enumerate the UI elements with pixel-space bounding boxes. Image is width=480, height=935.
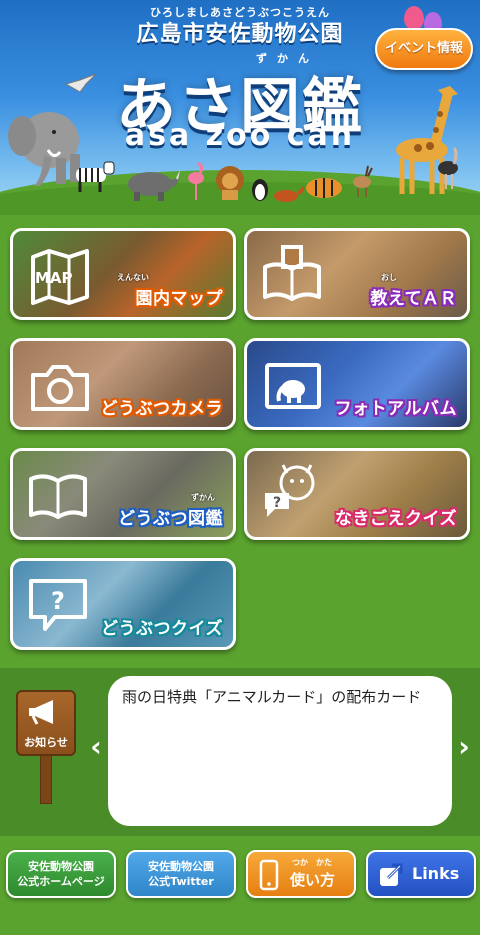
voice-quiz-label: なきごえクイズ <box>335 509 457 529</box>
svg-text:?: ? <box>273 495 281 511</box>
twitter-button[interactable]: 安佐動物公園 公式Twitter <box>126 850 236 898</box>
zukan-tile[interactable]: ずかん どうぶつ図鑑 <box>10 448 236 540</box>
howto-button[interactable]: つか かた 使い方 <box>246 850 356 898</box>
ar-ruby: おし <box>381 273 397 282</box>
antelope-icon <box>353 165 373 197</box>
map-tile[interactable]: MAP えんない 園内マップ <box>10 228 236 320</box>
zukan-label: どうぶつ図鑑 <box>118 509 223 529</box>
map-ruby: えんない <box>117 273 149 282</box>
homepage-button[interactable]: 安佐動物公園 公式ホームページ <box>6 850 116 898</box>
notice-text: 雨の日特典「アニマルカード」の配布カード <box>122 688 422 706</box>
animal-quiz-tile[interactable]: ? どうぶつクイズ <box>10 558 236 650</box>
lion-icon <box>216 166 244 200</box>
camera-label: どうぶつカメラ <box>100 399 223 419</box>
notice-sign-post <box>40 752 52 804</box>
camera-tile[interactable]: どうぶつカメラ <box>10 338 236 430</box>
pink-balloon-icon <box>404 6 424 30</box>
album-tile[interactable]: フォトアルバム <box>244 338 470 430</box>
ar-label: 教えてＡＲ <box>370 289 457 309</box>
flamingo-icon <box>188 162 204 200</box>
tiger-speech-icon: ? <box>265 464 315 517</box>
book-ar-icon <box>263 245 321 301</box>
app-header: ひろしましあさどうぶつこうえん 広島市安佐動物公園 ずかん あさ図鑑 asa z… <box>0 0 480 215</box>
voice-quiz-tile[interactable]: ? なきごえクイズ <box>244 448 470 540</box>
homepage-line2: 公式ホームページ <box>17 875 105 888</box>
red-panda-icon <box>274 186 304 202</box>
photo-album-icon <box>265 363 321 409</box>
notice-next-arrow[interactable]: › <box>454 730 474 763</box>
twitter-line1: 安佐動物公園 <box>148 860 214 873</box>
rhino-icon <box>128 170 180 201</box>
twitter-line2: 公式Twitter <box>148 875 214 888</box>
animal-quiz-label: どうぶつクイズ <box>101 619 223 639</box>
howto-ruby: つか かた <box>292 858 332 867</box>
links-button[interactable]: Links <box>366 850 476 898</box>
penguin-icon <box>252 179 268 201</box>
ar-tile[interactable]: おし 教えてＡＲ <box>244 228 470 320</box>
question-bubble-icon: ? <box>29 579 87 631</box>
links-label: Links <box>412 864 460 883</box>
homepage-line1: 安佐動物公園 <box>28 860 94 873</box>
tiger-icon <box>306 178 342 198</box>
external-link-icon <box>380 863 403 886</box>
svg-text:?: ? <box>51 587 65 615</box>
event-info-button[interactable]: イベント情報 <box>375 28 473 70</box>
camera-icon <box>31 365 89 411</box>
megaphone-icon <box>29 700 53 725</box>
app-title-latin: asa zoo can <box>124 118 356 153</box>
map-icon-text: MAP <box>35 269 73 287</box>
notice-prev-arrow[interactable]: ‹ <box>86 730 106 763</box>
zebra-icon <box>76 161 115 192</box>
howto-label: 使い方 <box>290 871 336 889</box>
map-label: 園内マップ <box>135 289 223 309</box>
notice-content[interactable]: 雨の日特典「アニマルカード」の配布カード <box>108 676 452 826</box>
open-book-icon <box>29 474 87 519</box>
notice-sign-label: お知らせ <box>24 736 68 749</box>
zukan-ruby: ずかん <box>191 493 215 502</box>
album-label: フォトアルバム <box>334 399 457 419</box>
smartphone-icon <box>259 859 279 891</box>
